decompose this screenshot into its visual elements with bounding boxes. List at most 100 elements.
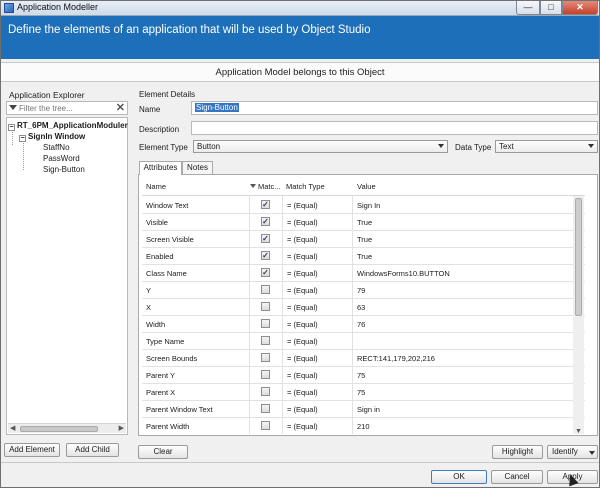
column-header-match[interactable]: Matc... — [258, 182, 281, 191]
match-checkbox[interactable] — [261, 336, 270, 345]
match-type[interactable]: = (Equal) — [287, 269, 318, 278]
match-type[interactable]: = (Equal) — [287, 201, 318, 210]
clear-button[interactable]: Clear — [138, 445, 188, 459]
match-checkbox[interactable]: ✓ — [261, 251, 270, 260]
match-checkbox[interactable] — [261, 353, 270, 362]
tab-attributes[interactable]: Attributes — [139, 161, 182, 175]
filter-icon[interactable] — [250, 184, 256, 188]
match-type[interactable]: = (Equal) — [287, 371, 318, 380]
match-type[interactable]: = (Equal) — [287, 388, 318, 397]
attribute-name: Parent Window Text — [146, 405, 213, 414]
match-checkbox[interactable]: ✓ — [261, 200, 270, 209]
column-header-value[interactable]: Value — [357, 182, 376, 191]
minimize-button[interactable]: — — [516, 1, 540, 15]
maximize-button[interactable]: □ — [540, 1, 562, 15]
name-field[interactable]: Sign-Button — [191, 101, 598, 115]
match-type[interactable]: = (Equal) — [287, 252, 318, 261]
match-checkbox[interactable] — [261, 285, 270, 294]
match-checkbox[interactable] — [261, 302, 270, 311]
table-row[interactable]: Parent Y = (Equal) 75 — [142, 367, 585, 384]
table-row[interactable]: Parent X = (Equal) 75 — [142, 384, 585, 401]
attribute-name: Parent Y — [146, 371, 176, 380]
scroll-down-icon[interactable]: ▼ — [575, 428, 582, 434]
add-element-button[interactable]: Add Element — [4, 443, 60, 457]
data-type-select[interactable]: Text — [495, 140, 598, 153]
match-checkbox[interactable] — [261, 404, 270, 413]
attribute-value[interactable]: 210 — [357, 422, 370, 431]
element-type-select[interactable]: Button — [193, 140, 448, 153]
table-row[interactable]: Width = (Equal) 76 — [142, 316, 585, 333]
close-button[interactable]: ✕ — [562, 1, 598, 15]
match-type[interactable]: = (Equal) — [287, 405, 318, 414]
clear-filter-icon[interactable]: ✕ — [116, 101, 125, 114]
match-checkbox[interactable] — [261, 387, 270, 396]
scroll-left-icon[interactable]: ◀ — [10, 424, 15, 432]
attribute-value[interactable]: RECT:141,179,202,216 — [357, 354, 435, 363]
table-row[interactable]: X = (Equal) 63 — [142, 299, 585, 316]
match-type[interactable]: = (Equal) — [287, 286, 318, 295]
description-field[interactable] — [191, 121, 598, 135]
name-value: Sign-Button — [195, 103, 239, 112]
tree-filter: ✕ — [6, 101, 128, 115]
table-row[interactable]: Visible ✓ = (Equal) True — [142, 214, 585, 231]
tree-node-window[interactable]: − SignIn Window — [19, 132, 85, 142]
match-type[interactable]: = (Equal) — [287, 218, 318, 227]
attribute-value[interactable]: 79 — [357, 286, 365, 295]
cancel-button[interactable]: Cancel — [491, 470, 543, 484]
collapse-icon[interactable]: − — [8, 124, 15, 131]
column-header-match-type[interactable]: Match Type — [286, 182, 325, 191]
collapse-icon[interactable]: − — [19, 135, 26, 142]
table-row[interactable]: Class Name ✓ = (Equal) WindowsForms10.BUTTO… — [142, 265, 585, 282]
attribute-value[interactable]: True — [357, 218, 372, 227]
tree-node-root[interactable]: − RT_6PM_ApplicationModuler — [8, 121, 128, 131]
match-type[interactable]: = (Equal) — [287, 422, 318, 431]
application-modeller-window: Application Modeller — □ ✕ Define the el… — [0, 0, 600, 488]
tab-notes[interactable]: Notes — [182, 161, 213, 174]
grid-vertical-scrollbar[interactable]: ▼ — [573, 196, 584, 434]
attribute-value[interactable]: WindowsForms10.BUTTON — [357, 269, 450, 278]
attribute-name: X — [146, 303, 152, 312]
match-type[interactable]: = (Equal) — [287, 303, 318, 312]
scroll-right-icon[interactable]: ▶ — [119, 424, 124, 432]
table-row[interactable]: Parent Window Text = (Equal) Sign in — [142, 401, 585, 418]
tree-horizontal-scrollbar[interactable]: ◀ ▶ — [8, 423, 126, 433]
scroll-thumb[interactable] — [20, 426, 98, 432]
table-row[interactable]: Y = (Equal) 79 — [142, 282, 585, 299]
banner-text: Define the elements of an application th… — [8, 24, 371, 36]
attribute-value[interactable]: True — [357, 235, 372, 244]
scroll-thumb[interactable] — [575, 198, 582, 316]
attribute-value[interactable]: Sign In — [357, 201, 380, 210]
table-row[interactable]: Window Text ✓ = (Equal) Sign In — [142, 197, 585, 214]
tree-node-element-selected[interactable]: Sign-Button — [43, 165, 85, 174]
identify-button[interactable]: Identify — [547, 445, 598, 459]
tree-filter-input[interactable] — [19, 102, 114, 114]
ok-button[interactable]: OK — [431, 470, 487, 484]
table-row[interactable]: Screen Visible ✓ = (Equal) True — [142, 231, 585, 248]
attribute-value[interactable]: 75 — [357, 371, 365, 380]
attribute-value[interactable]: True — [357, 252, 372, 261]
match-checkbox[interactable]: ✓ — [261, 268, 270, 277]
attribute-value[interactable]: 75 — [357, 388, 365, 397]
highlight-button[interactable]: Highlight — [492, 445, 543, 459]
title-bar[interactable]: Application Modeller — □ ✕ — [1, 1, 599, 16]
match-checkbox[interactable] — [261, 421, 270, 430]
attribute-value[interactable]: 76 — [357, 320, 365, 329]
table-row[interactable]: Type Name = (Equal) — [142, 333, 585, 350]
add-child-button[interactable]: Add Child — [66, 443, 119, 457]
match-checkbox[interactable]: ✓ — [261, 234, 270, 243]
column-header-name[interactable]: Name — [146, 182, 166, 191]
match-checkbox[interactable] — [261, 319, 270, 328]
tree-node-element[interactable]: PassWord — [43, 154, 80, 163]
table-row[interactable]: Parent Width = (Equal) 210 — [142, 418, 585, 434]
match-type[interactable]: = (Equal) — [287, 235, 318, 244]
match-checkbox[interactable] — [261, 370, 270, 379]
attribute-value[interactable]: Sign in — [357, 405, 380, 414]
attribute-value[interactable]: 63 — [357, 303, 365, 312]
match-type[interactable]: = (Equal) — [287, 354, 318, 363]
tree-node-element[interactable]: StaffNo — [43, 143, 70, 152]
match-checkbox[interactable]: ✓ — [261, 217, 270, 226]
match-type[interactable]: = (Equal) — [287, 320, 318, 329]
table-row[interactable]: Enabled ✓ = (Equal) True — [142, 248, 585, 265]
match-type[interactable]: = (Equal) — [287, 337, 318, 346]
table-row[interactable]: Screen Bounds = (Equal) RECT:141,179,202,2… — [142, 350, 585, 367]
